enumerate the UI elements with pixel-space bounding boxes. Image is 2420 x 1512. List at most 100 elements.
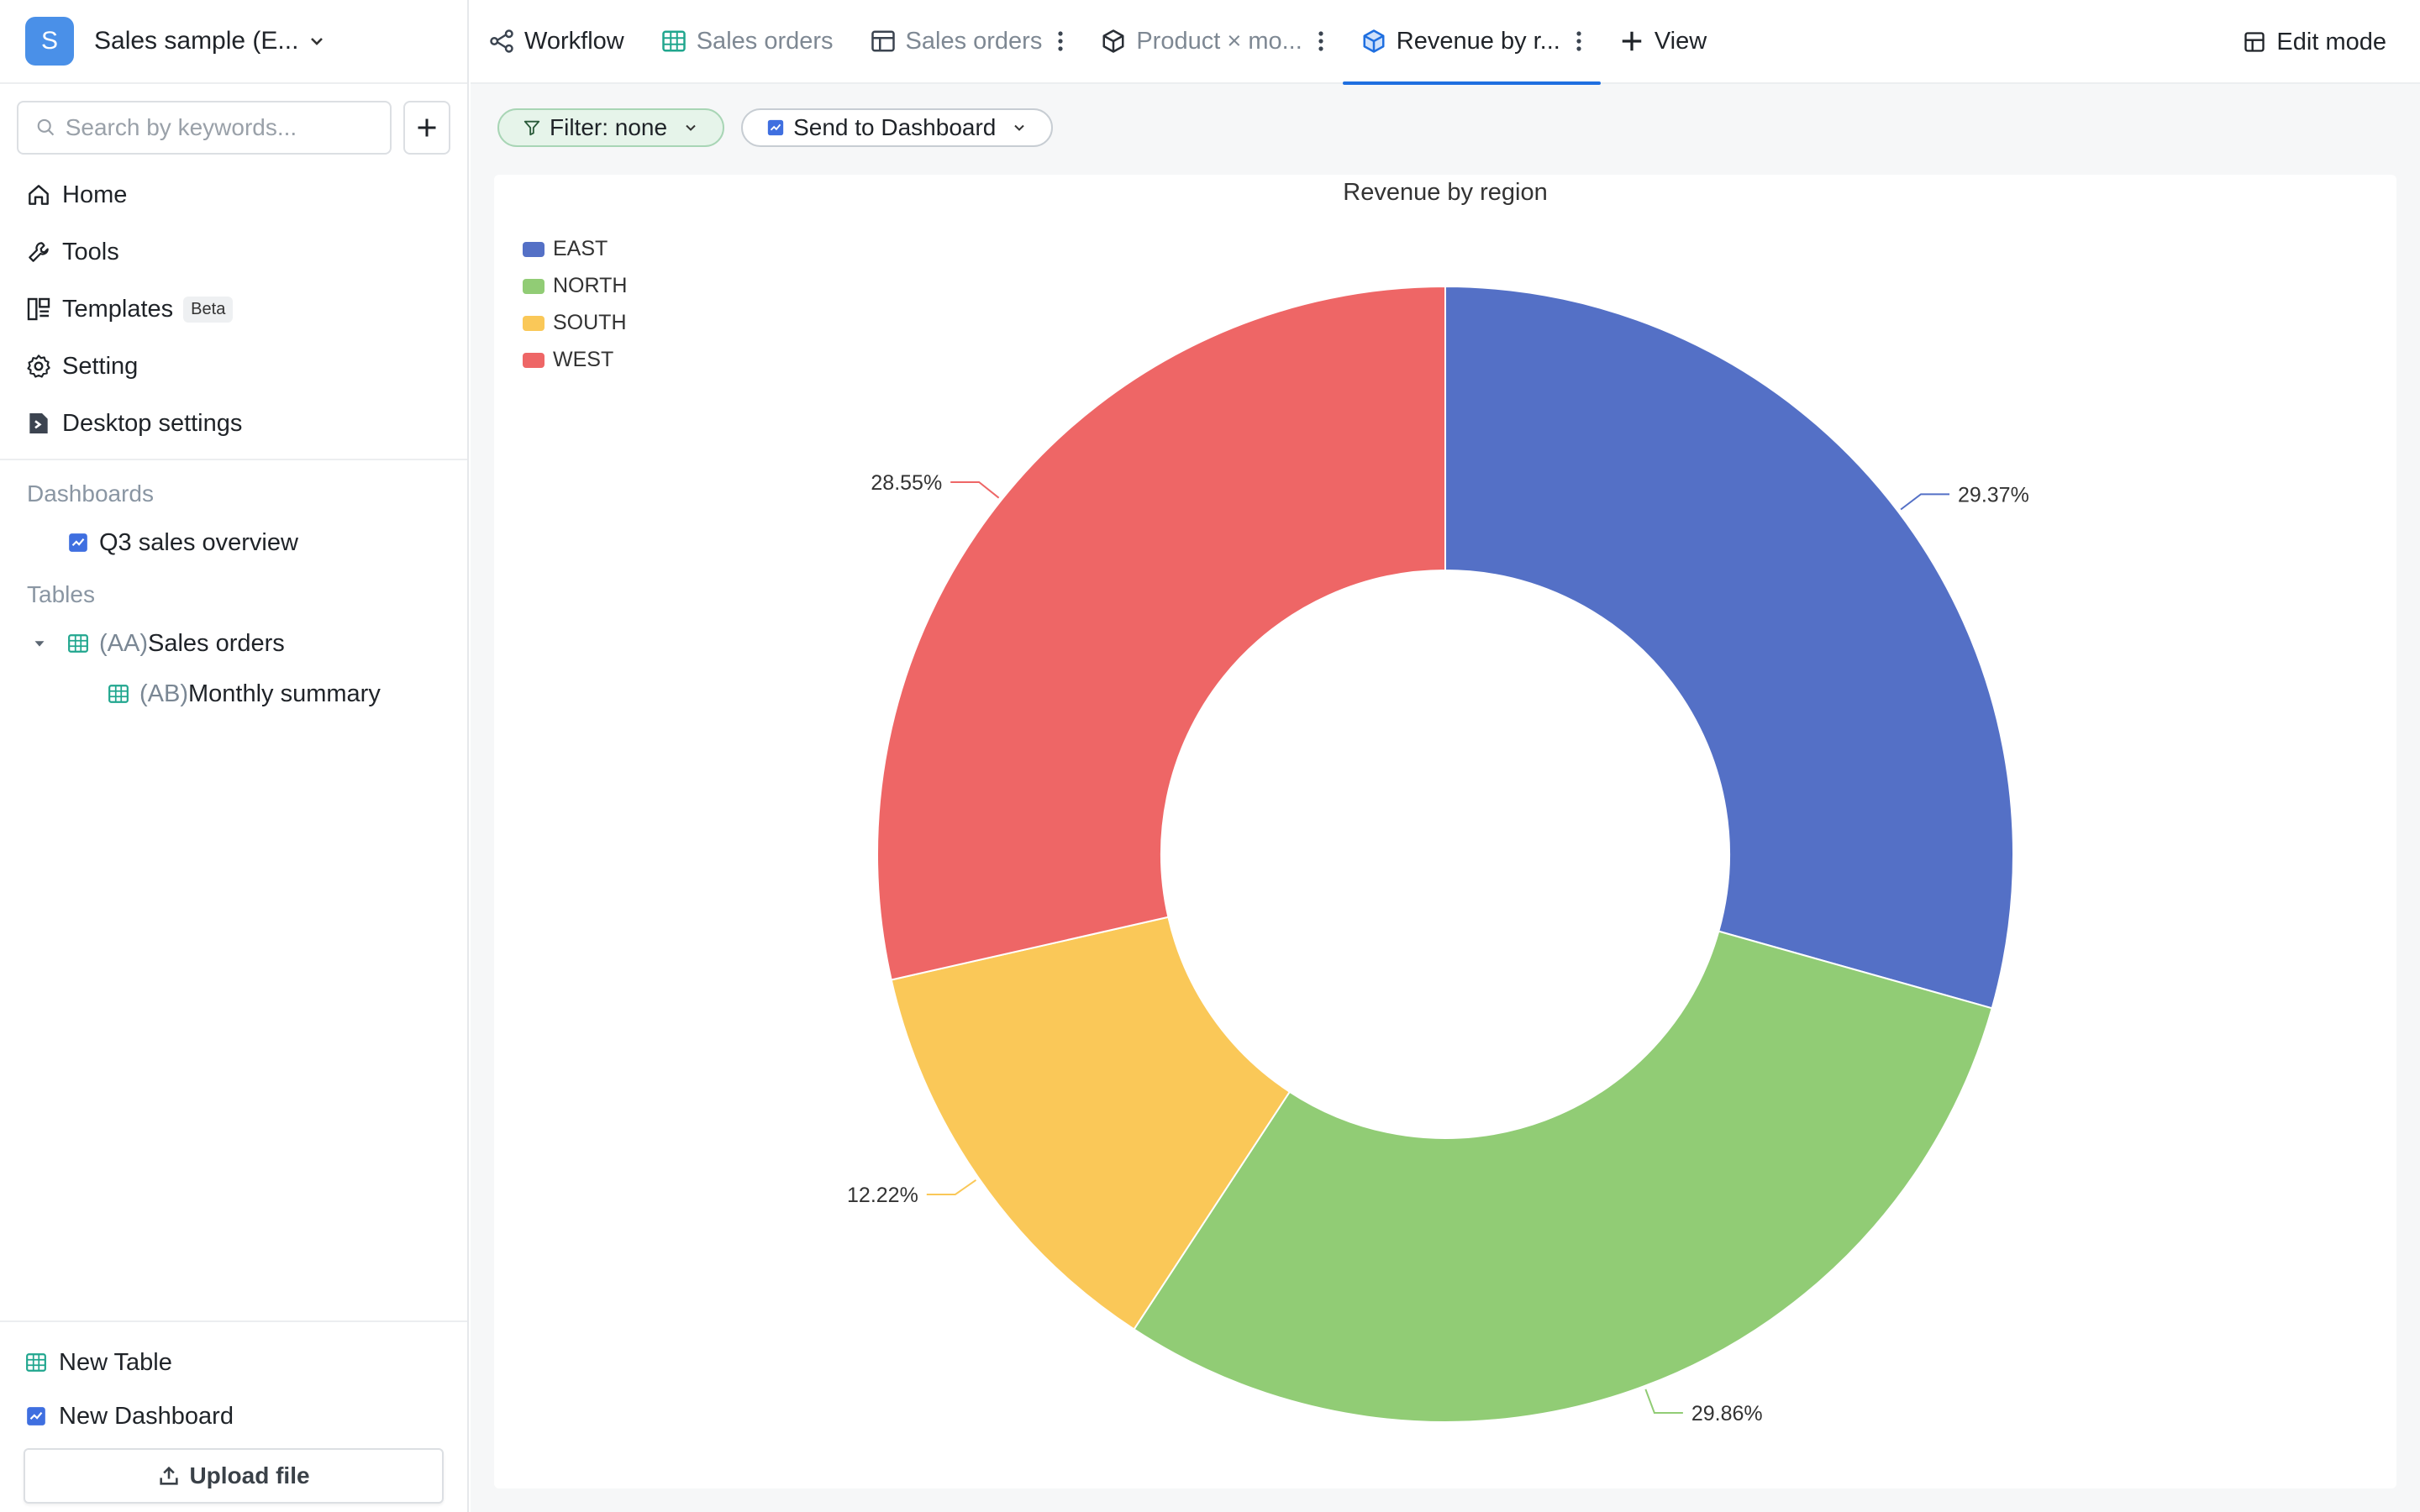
- filter-label: Filter: none: [550, 114, 668, 140]
- table-item-monthly-summary[interactable]: (AB) Monthly summary: [0, 669, 467, 719]
- legend-swatch-east[interactable]: [523, 242, 544, 257]
- upload-file-label: Upload file: [189, 1462, 310, 1488]
- more-vertical-icon[interactable]: [1057, 29, 1064, 53]
- beta-badge: Beta: [183, 296, 234, 323]
- plus-icon: [418, 118, 436, 137]
- table-label: Sales orders: [148, 629, 285, 657]
- pie-slice-east[interactable]: [1444, 285, 2014, 1010]
- pie-slice-west[interactable]: [876, 285, 1446, 981]
- tab-sales-orders-view[interactable]: Sales orders: [852, 0, 1083, 83]
- tab-label: Product × mo...: [1136, 27, 1302, 55]
- filter-button[interactable]: Filter: none: [497, 108, 725, 147]
- chart-title: Revenue by region: [1343, 179, 1547, 206]
- sidebar-item-label: Desktop settings: [62, 409, 243, 437]
- upload-icon: [160, 1466, 179, 1485]
- filter-icon: [523, 120, 540, 136]
- cube-icon: [1363, 29, 1385, 53]
- legend-swatch-south[interactable]: [523, 316, 544, 331]
- chevron-down-icon: [686, 124, 696, 131]
- tab-bar: Workflow Sales orders Sales orders Produ…: [471, 0, 2420, 85]
- add-button[interactable]: [403, 101, 450, 155]
- label-leader-east: [1900, 493, 1950, 511]
- tab-label: Revenue by r...: [1396, 27, 1560, 55]
- templates-icon: [27, 297, 50, 321]
- table-prefix: (AB): [139, 680, 188, 707]
- tab-revenue-by-region[interactable]: Revenue by r...: [1342, 0, 1601, 85]
- data-label-east: 29.37%: [1958, 483, 2029, 507]
- view-toolbar: Filter: none Send to Dashboard: [471, 84, 2420, 171]
- table-label: Monthly summary: [188, 680, 381, 707]
- legend-label-north[interactable]: NORTH: [553, 274, 627, 297]
- workflow-icon: [490, 29, 513, 53]
- wrench-icon: [29, 242, 49, 262]
- gear-icon: [27, 354, 50, 378]
- tab-workflow[interactable]: Workflow: [471, 0, 643, 83]
- chevron-down-icon: [1014, 124, 1025, 131]
- chart-legend: EAST NORTH SOUTH WEST: [523, 237, 627, 371]
- table-prefix: (AA): [99, 629, 148, 657]
- more-vertical-icon[interactable]: [1576, 29, 1582, 53]
- new-table-label: New Table: [59, 1348, 172, 1376]
- sidebar: S Sales sample (E... Home Tools: [0, 0, 469, 1512]
- legend-swatch-west[interactable]: [523, 353, 544, 368]
- table-item-sales-orders[interactable]: (AA) Sales orders: [0, 618, 467, 669]
- sidebar-item-home[interactable]: Home: [0, 166, 467, 223]
- table-icon: [26, 1353, 46, 1372]
- send-to-dashboard-button[interactable]: Send to Dashboard: [741, 108, 1054, 147]
- dashboard-item-label: Q3 sales overview: [99, 528, 298, 556]
- label-leader-south: [926, 1179, 977, 1195]
- add-view-button[interactable]: View: [1601, 0, 1725, 83]
- table-icon: [108, 685, 129, 703]
- label-leader-north: [1644, 1389, 1683, 1414]
- search-input[interactable]: [65, 114, 373, 141]
- sidebar-item-label: Templates: [62, 295, 174, 323]
- tables-section-title: Tables: [27, 581, 95, 607]
- sidebar-nav: Home Tools Templates Beta Setting Deskto…: [0, 155, 467, 460]
- legend-label-east[interactable]: EAST: [553, 237, 608, 260]
- table-icon: [661, 30, 686, 52]
- workspace-header[interactable]: S Sales sample (E...: [0, 0, 467, 84]
- tab-sales-orders-grid[interactable]: Sales orders: [643, 0, 852, 83]
- sidebar-item-desktop-settings[interactable]: Desktop settings: [0, 395, 467, 452]
- table-icon: [68, 634, 88, 653]
- chevron-down-icon[interactable]: [307, 31, 327, 51]
- dashboards-section-title: Dashboards: [27, 480, 154, 507]
- pie-slice-north[interactable]: [1133, 930, 1993, 1423]
- home-icon: [29, 185, 49, 205]
- legend-label-south[interactable]: SOUTH: [553, 311, 627, 334]
- data-label-north: 29.86%: [1691, 1402, 1763, 1425]
- dashboard-chart-icon: [767, 119, 784, 136]
- tab-product-by-month[interactable]: Product × mo...: [1082, 0, 1342, 83]
- cube-icon: [1102, 29, 1124, 53]
- new-dashboard-button[interactable]: New Dashboard: [0, 1389, 467, 1443]
- chart-card: Revenue by region EAST NORTH SOUTH WEST 29.…: [494, 175, 2396, 1488]
- edit-mode-button[interactable]: Edit mode: [2243, 0, 2386, 84]
- grid-view-icon: [871, 30, 895, 52]
- workspace-avatar: S: [25, 17, 74, 66]
- sidebar-item-templates[interactable]: Templates Beta: [0, 281, 467, 338]
- dashboard-item[interactable]: Q3 sales overview: [0, 517, 467, 568]
- desktop-settings-icon: [29, 413, 48, 433]
- new-table-button[interactable]: New Table: [0, 1336, 467, 1389]
- sidebar-item-setting[interactable]: Setting: [0, 338, 467, 395]
- plus-icon: [1622, 31, 1642, 51]
- chart-slices: [876, 285, 2014, 1423]
- layout-icon: [2244, 32, 2265, 52]
- label-leader-west: [950, 480, 1000, 499]
- workspace-name: Sales sample (E...: [94, 27, 299, 55]
- legend-swatch-north[interactable]: [523, 279, 544, 294]
- caret-down-icon[interactable]: [30, 634, 49, 653]
- legend-label-west[interactable]: WEST: [553, 348, 613, 371]
- revenue-donut-chart: Revenue by region EAST NORTH SOUTH WEST 29.…: [523, 179, 2029, 1425]
- sidebar-item-label: Setting: [62, 352, 139, 380]
- add-view-label: View: [1654, 27, 1707, 55]
- tab-label: Workflow: [524, 27, 624, 55]
- data-label-south: 12.22%: [847, 1184, 918, 1207]
- more-vertical-icon[interactable]: [1318, 29, 1324, 53]
- search-icon: [37, 118, 55, 136]
- search-box[interactable]: [17, 101, 392, 155]
- sidebar-item-tools[interactable]: Tools: [0, 223, 467, 281]
- sidebar-footer: New Table New Dashboard Upload file: [0, 1320, 467, 1512]
- upload-file-button[interactable]: Upload file: [24, 1448, 444, 1504]
- tab-label: Sales orders: [696, 27, 834, 55]
